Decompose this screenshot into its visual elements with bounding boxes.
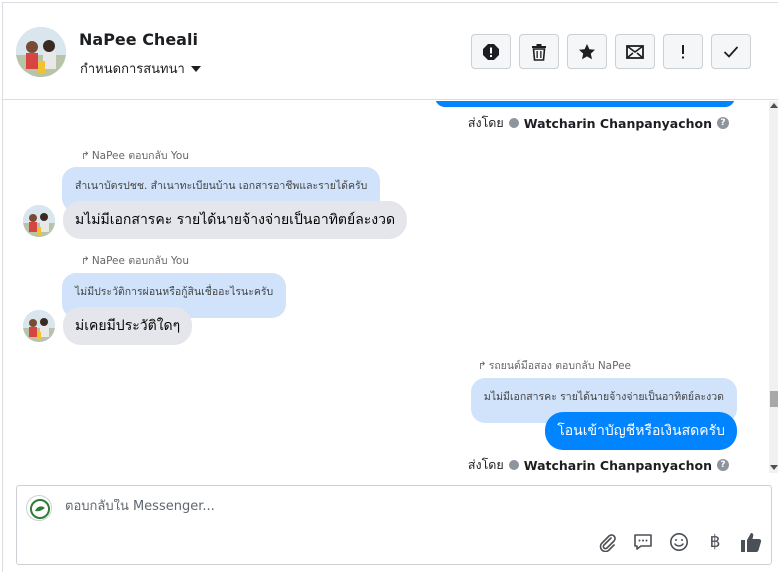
message-scrollbar[interactable] bbox=[769, 101, 778, 473]
alert-icon bbox=[483, 43, 499, 60]
contact-name: NaPee Cheali bbox=[79, 30, 198, 49]
scroll-down-icon[interactable] bbox=[770, 465, 778, 470]
reply-arrow-icon: ↱ bbox=[477, 359, 487, 372]
help-icon[interactable]: ? bbox=[717, 117, 729, 129]
contact-avatar[interactable] bbox=[16, 27, 66, 77]
attachment-icon bbox=[599, 534, 616, 552]
thumbs-up-icon bbox=[741, 533, 762, 552]
sent-by-label: ส่งโดย bbox=[467, 457, 504, 472]
star-icon bbox=[579, 43, 595, 59]
emoji-icon bbox=[670, 533, 688, 551]
sent-by-line: ส่งโดย Watcharin Chanpanyachon ? bbox=[468, 113, 729, 133]
agent-name[interactable]: Watcharin Chanpanyachon bbox=[524, 458, 712, 473]
mark-spam-button[interactable] bbox=[471, 34, 511, 69]
message-bubble-incoming[interactable]: มไม่มีเอกสารคะ รายได้นายจ้างจ่ายเป็นอาทิ… bbox=[63, 201, 408, 239]
message-bubble-outgoing-partial bbox=[435, 101, 735, 107]
mark-unread-button[interactable] bbox=[615, 34, 655, 69]
check-icon bbox=[723, 46, 739, 58]
reply-arrow-icon: ↱ bbox=[81, 254, 90, 267]
assign-conversation-dropdown[interactable]: กำหนดการสนทนา bbox=[80, 58, 201, 79]
exclamation-icon bbox=[682, 44, 684, 58]
scroll-up-icon[interactable] bbox=[770, 103, 778, 108]
reply-input[interactable] bbox=[65, 499, 665, 514]
assign-label: กำหนดการสนทนา bbox=[80, 62, 185, 77]
replied-to-label: ↱ NaPee ตอบกลับ You bbox=[81, 149, 189, 163]
conversation-panel: NaPee Cheali กำหนดการสนทนา ส่งโดย Watcha… bbox=[2, 2, 778, 572]
contact-avatar-small bbox=[23, 205, 55, 237]
attach-button[interactable] bbox=[595, 530, 619, 554]
verified-icon bbox=[508, 118, 519, 128]
chevron-down-icon bbox=[190, 65, 201, 72]
sent-by-line: ส่งโดย Watcharin Chanpanyachon ? bbox=[468, 455, 729, 473]
like-button[interactable] bbox=[739, 530, 763, 554]
replied-to-label: ↱ รถยนต์มือสอง ตอบกลับ NaPee bbox=[477, 359, 631, 373]
contact-avatar-small bbox=[23, 310, 55, 342]
mark-done-button[interactable] bbox=[711, 34, 751, 69]
conversation-header: NaPee Cheali กำหนดการสนทนา bbox=[3, 3, 778, 100]
emoji-button[interactable] bbox=[667, 530, 691, 554]
reply-arrow-icon: ↱ bbox=[81, 149, 90, 162]
page-avatar bbox=[26, 495, 52, 521]
trash-icon bbox=[532, 43, 546, 61]
composer-tools: ฿ bbox=[595, 530, 763, 554]
sent-by-label: ส่งโดย bbox=[467, 115, 504, 130]
star-button[interactable] bbox=[567, 34, 607, 69]
message-bubble-outgoing[interactable]: โอนเข้าบัญชีหรือเงินสดครับ bbox=[545, 412, 737, 450]
reply-composer: ฿ bbox=[16, 485, 772, 565]
delete-button[interactable] bbox=[519, 34, 559, 69]
saved-replies-icon bbox=[634, 534, 652, 550]
replied-to-label: ↱ NaPee ตอบกลับ You bbox=[81, 254, 189, 268]
baht-icon: ฿ bbox=[709, 532, 721, 552]
verified-icon bbox=[508, 460, 519, 470]
saved-replies-button[interactable] bbox=[631, 530, 655, 554]
mail-icon bbox=[626, 44, 644, 59]
conversation-toolbar bbox=[471, 34, 751, 69]
agent-name[interactable]: Watcharin Chanpanyachon bbox=[524, 116, 712, 131]
follow-up-button[interactable] bbox=[663, 34, 703, 69]
message-list: ส่งโดย Watcharin Chanpanyachon ? ↱ NaPee… bbox=[3, 101, 769, 473]
message-bubble-incoming[interactable]: ม่เคยมีประวัติใดๆ bbox=[63, 307, 193, 345]
scroll-thumb[interactable] bbox=[770, 391, 778, 407]
payment-button[interactable]: ฿ bbox=[703, 530, 727, 554]
help-icon[interactable]: ? bbox=[717, 459, 729, 471]
